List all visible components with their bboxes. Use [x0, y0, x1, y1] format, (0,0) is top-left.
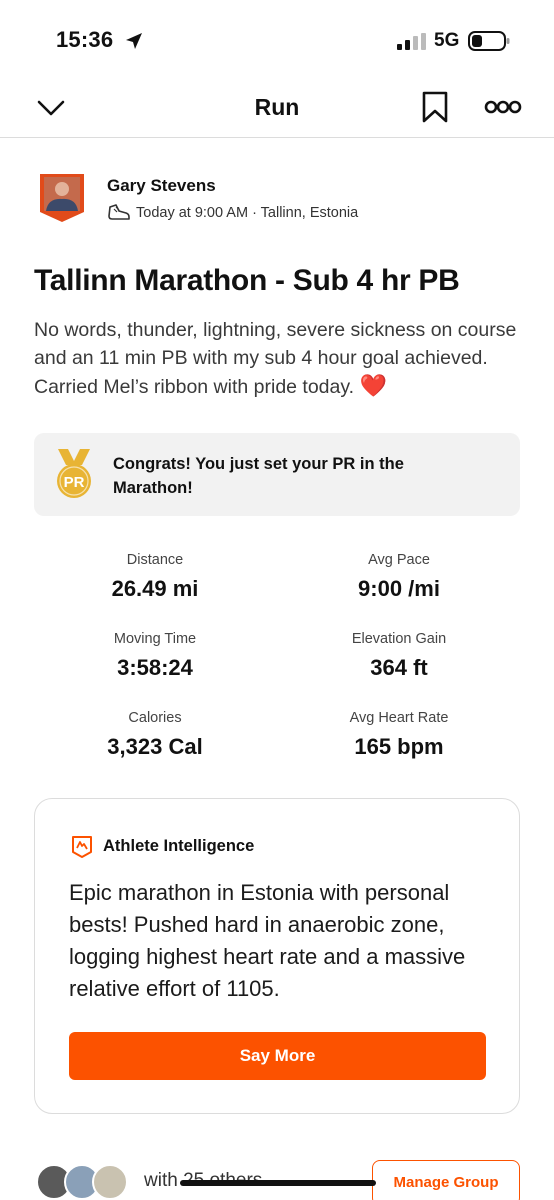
stat-elevation-gain: Elevation Gain 364 ft [279, 631, 519, 681]
stat-label: Moving Time [113, 631, 197, 647]
stat-moving-time: Moving Time 3:58:24 [35, 631, 275, 681]
stat-value: 3,323 Cal [107, 734, 203, 759]
activity-meta: Today at 9:00 AM · Tallinn, Estonia [136, 205, 359, 221]
bookmark-icon[interactable] [420, 90, 450, 124]
stat-value: 3:58:24 [117, 655, 193, 680]
stat-label: Elevation Gain [351, 631, 447, 647]
location-arrow-icon [126, 33, 142, 49]
stat-avg-pace: Avg Pace 9:00 /mi [279, 552, 519, 602]
athlete-intelligence-icon [72, 836, 92, 858]
status-time: 15:36 [56, 27, 114, 52]
stat-label: Avg Heart Rate [349, 710, 449, 726]
pr-message: Congrats! You just set your PR in the Ma… [113, 455, 404, 497]
status-bar: 15:36 5G [0, 0, 554, 80]
group-avatars[interactable] [36, 1164, 130, 1200]
network-label: 5G [434, 30, 460, 51]
athlete-name[interactable]: Gary Stevens [107, 176, 216, 196]
athlete-intelligence-card: Athlete Intelligence Epic marathon in Es… [34, 798, 520, 1114]
athlete-intelligence-title: Athlete Intelligence [103, 837, 255, 855]
shoe-icon [108, 204, 130, 220]
stat-label: Avg Pace [368, 552, 430, 568]
stat-label: Distance [126, 552, 184, 568]
stat-distance: Distance 26.49 mi [35, 552, 275, 602]
activity-description: No words, thunder, lightning, severe sic… [34, 316, 524, 401]
nav-bar: Run [0, 80, 554, 138]
manage-group-button[interactable]: Manage Group [372, 1160, 520, 1200]
stat-value: 165 bpm [354, 734, 444, 759]
signal-icon [397, 33, 426, 50]
heart-emoji: ❤️ [359, 373, 387, 398]
pr-badge-text: PR [64, 474, 85, 491]
say-more-button[interactable]: Say More [69, 1032, 486, 1080]
pr-banner[interactable]: PR Congrats! You just set your PR in the… [34, 433, 520, 516]
medal-icon: PR [57, 449, 91, 498]
athlete-intelligence-summary: Epic marathon in Estonia with personal b… [69, 880, 466, 1001]
activity-title: Tallinn Marathon - Sub 4 hr PB [34, 264, 460, 297]
home-indicator[interactable] [180, 1180, 376, 1186]
page-title: Run [254, 94, 300, 120]
stat-label: Calories [128, 710, 182, 726]
description-text: No words, thunder, lightning, severe sic… [34, 319, 517, 398]
battery-icon [468, 31, 510, 51]
stat-avg-heart-rate: Avg Heart Rate 165 bpm [279, 710, 519, 760]
more-icon[interactable] [484, 96, 522, 118]
stat-value: 364 ft [370, 655, 428, 680]
stat-calories: Calories 3,323 Cal [35, 710, 275, 760]
stat-value: 9:00 /mi [358, 576, 440, 601]
avatar[interactable] [38, 172, 86, 224]
stat-value: 26.49 mi [111, 576, 199, 601]
